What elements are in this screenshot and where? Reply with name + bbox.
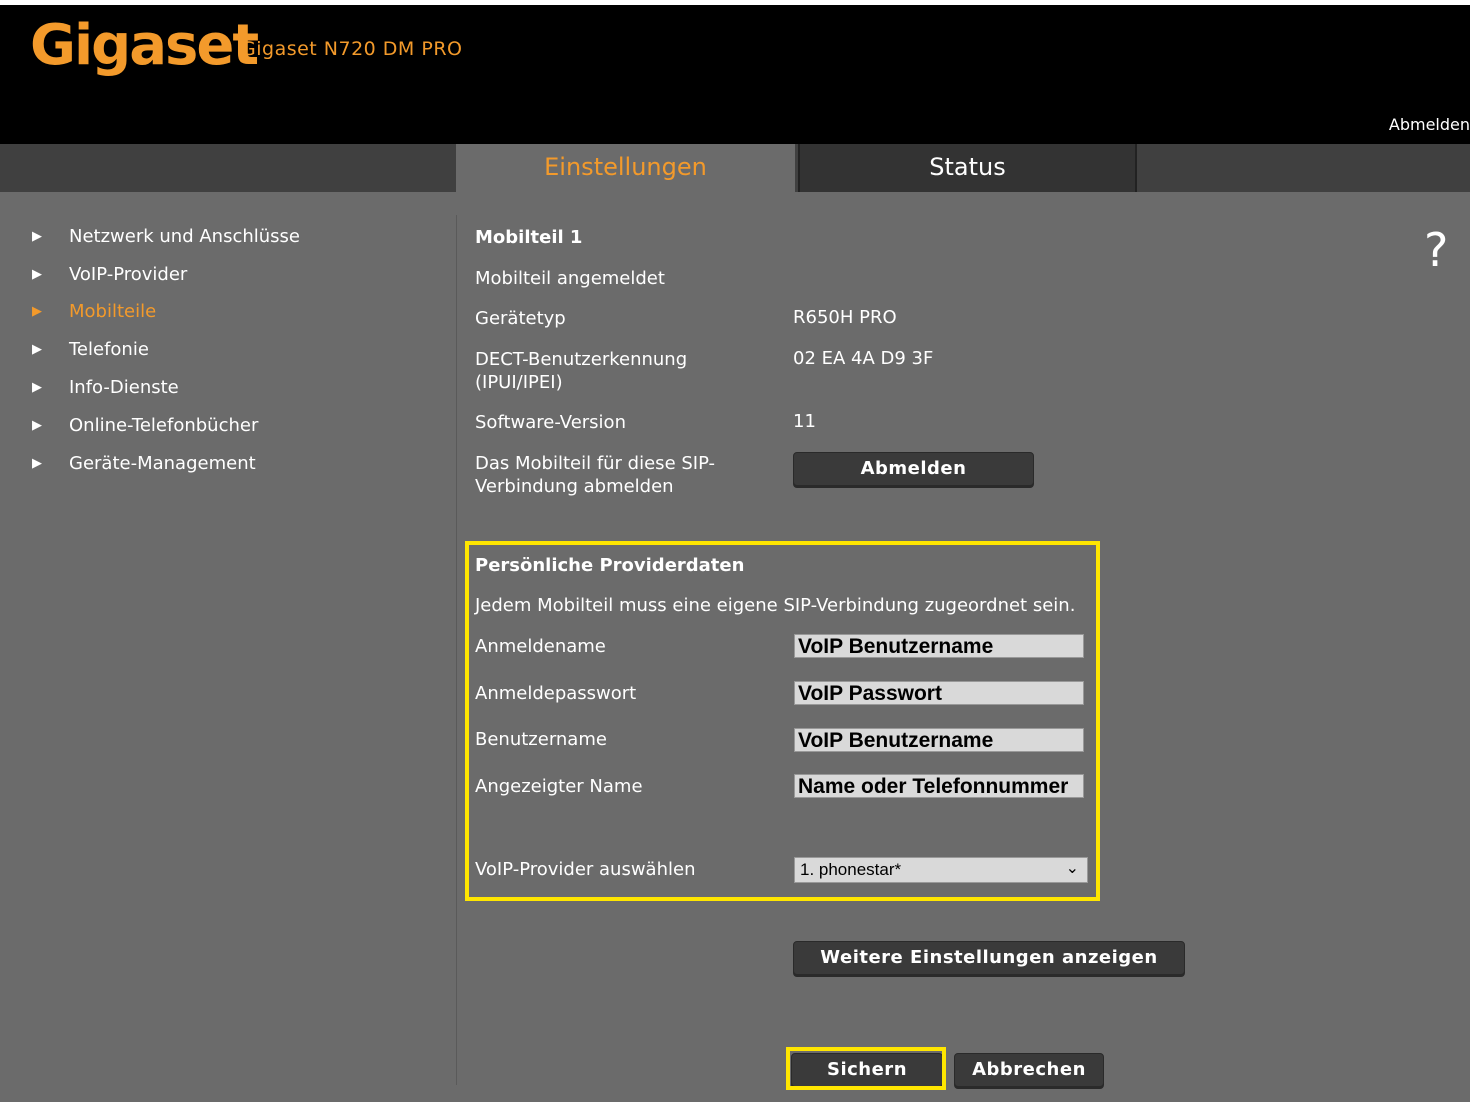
gigaset-logo: Gigaset <box>30 13 259 78</box>
sidebar-item-label: Online-Telefonbücher <box>69 414 259 436</box>
username-label: Benutzername <box>475 729 607 750</box>
sidebar: ▶ Netzwerk und Anschlüsse ▶ VoIP-Provide… <box>0 192 456 1102</box>
sidebar-item-network[interactable]: ▶ Netzwerk und Anschlüsse <box>32 221 300 251</box>
sidebar-item-device-management[interactable]: ▶ Geräte-Management <box>32 448 256 478</box>
dect-label-line2: (IPUI/IPEI) <box>475 372 563 393</box>
triangle-right-icon: ▶ <box>32 379 42 395</box>
device-type-value: R650H PRO <box>793 307 897 328</box>
sidebar-item-telephony[interactable]: ▶ Telefonie <box>32 334 149 364</box>
provider-select[interactable]: 1. phonestar* ⌄ <box>794 857 1088 883</box>
deregister-label: Das Mobilteil für diese SIP- Verbindung … <box>475 452 715 498</box>
provider-title: Persönliche Providerdaten <box>475 555 745 576</box>
device-type-label: Gerätetyp <box>475 308 566 329</box>
chevron-down-icon: ⌄ <box>1065 860 1079 877</box>
provider-select-value: 1. phonestar* <box>800 860 902 879</box>
handset-status: Mobilteil angemeldet <box>475 268 665 289</box>
dect-label-line1: DECT-Benutzerkennung <box>475 349 688 370</box>
login-password-input[interactable]: VoIP Passwort <box>794 681 1084 705</box>
device-name: Gigaset N720 DM PRO <box>241 38 463 60</box>
save-highlight-frame <box>786 1047 946 1090</box>
tab-status[interactable]: Status <box>798 144 1137 192</box>
triangle-right-icon: ▶ <box>32 303 42 319</box>
deregister-button[interactable]: Abmelden <box>793 452 1034 486</box>
triangle-right-icon: ▶ <box>32 266 42 282</box>
header: Gigaset Gigaset N720 DM PRO Abmelden <box>0 5 1470 144</box>
sidebar-item-online-directories[interactable]: ▶ Online-Telefonbücher <box>32 410 258 440</box>
triangle-right-icon: ▶ <box>32 341 42 357</box>
triangle-right-icon: ▶ <box>32 455 42 471</box>
provider-note: Jedem Mobilteil muss eine eigene SIP-Ver… <box>475 595 1076 616</box>
content-divider <box>456 215 457 1085</box>
dect-label: DECT-Benutzerkennung (IPUI/IPEI) <box>475 348 687 394</box>
cancel-button[interactable]: Abbrechen <box>954 1053 1104 1087</box>
deregister-label-line1: Das Mobilteil für diese SIP- <box>475 453 716 474</box>
sidebar-item-label: Telefonie <box>69 338 149 360</box>
sidebar-item-voip-provider[interactable]: ▶ VoIP-Provider <box>32 259 187 289</box>
triangle-right-icon: ▶ <box>32 228 42 244</box>
handset-title: Mobilteil 1 <box>475 227 583 248</box>
sidebar-item-label: Geräte-Management <box>69 452 256 474</box>
software-label: Software-Version <box>475 412 626 433</box>
display-name-input[interactable]: Name oder Telefonnummer <box>794 774 1084 798</box>
sidebar-item-info-services[interactable]: ▶ Info-Dienste <box>32 372 179 402</box>
help-icon[interactable]: ? <box>1424 223 1448 277</box>
username-input[interactable]: VoIP Benutzername <box>794 728 1084 752</box>
logout-link[interactable]: Abmelden <box>1389 115 1470 134</box>
triangle-right-icon: ▶ <box>32 417 42 433</box>
tab-settings[interactable]: Einstellungen <box>456 144 795 192</box>
software-value: 11 <box>793 411 816 432</box>
more-settings-button[interactable]: Weitere Einstellungen anzeigen <box>793 941 1185 975</box>
provider-select-label: VoIP-Provider auswählen <box>475 859 696 880</box>
sidebar-item-label: Mobilteile <box>69 300 157 322</box>
login-name-input[interactable]: VoIP Benutzername <box>794 634 1084 658</box>
dect-value: 02 EA 4A D9 3F <box>793 348 934 369</box>
sidebar-item-handsets[interactable]: ▶ Mobilteile <box>32 296 156 326</box>
tab-bar: Einstellungen Status <box>0 144 1470 192</box>
display-name-label: Angezeigter Name <box>475 776 643 797</box>
login-name-label: Anmeldename <box>475 636 606 657</box>
sidebar-item-label: Netzwerk und Anschlüsse <box>69 225 300 247</box>
deregister-label-line2: Verbindung abmelden <box>475 476 674 497</box>
login-password-label: Anmeldepasswort <box>475 683 637 704</box>
sidebar-item-label: Info-Dienste <box>69 376 179 398</box>
sidebar-item-label: VoIP-Provider <box>69 263 188 285</box>
